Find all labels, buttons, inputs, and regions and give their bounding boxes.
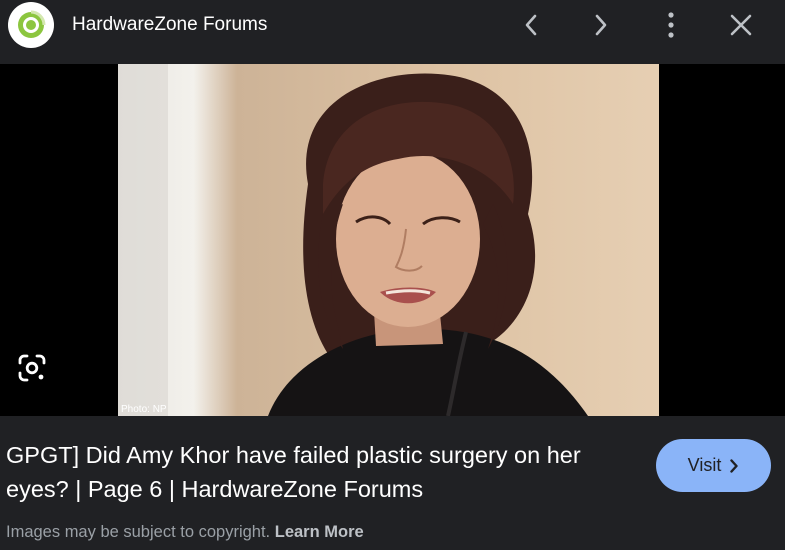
google-lens-button[interactable] (12, 348, 52, 388)
previous-image-button[interactable] (514, 8, 548, 42)
close-button[interactable] (724, 8, 758, 42)
photo-credit: Photo: NP (121, 404, 167, 415)
visit-button-label: Visit (687, 455, 722, 475)
learn-more-link[interactable]: Learn More (275, 523, 364, 541)
close-icon (730, 14, 752, 36)
more-vert-icon (668, 12, 674, 38)
image-viewer: Photo: NP (0, 64, 785, 416)
next-image-button[interactable] (584, 8, 618, 42)
hardwarezone-logo-icon[interactable] (8, 2, 54, 48)
visit-button[interactable]: Visit (656, 439, 771, 492)
preview-image[interactable]: Photo: NP (118, 64, 659, 416)
result-title-link[interactable]: GPGT] Did Amy Khor have failed plastic s… (6, 438, 616, 506)
google-lens-icon (18, 354, 46, 382)
copyright-notice: Images may be subject to copyright. Lear… (6, 523, 364, 542)
chevron-right-icon (595, 14, 607, 36)
chevron-right-icon (730, 458, 739, 473)
copyright-text: Images may be subject to copyright. (6, 523, 271, 541)
chevron-left-icon (525, 14, 537, 36)
image-viewer-header: HardwareZone Forums (0, 0, 785, 64)
more-options-button[interactable] (654, 8, 688, 42)
site-name[interactable]: HardwareZone Forums (72, 14, 267, 36)
image-info-panel: GPGT] Did Amy Khor have failed plastic s… (0, 416, 785, 550)
